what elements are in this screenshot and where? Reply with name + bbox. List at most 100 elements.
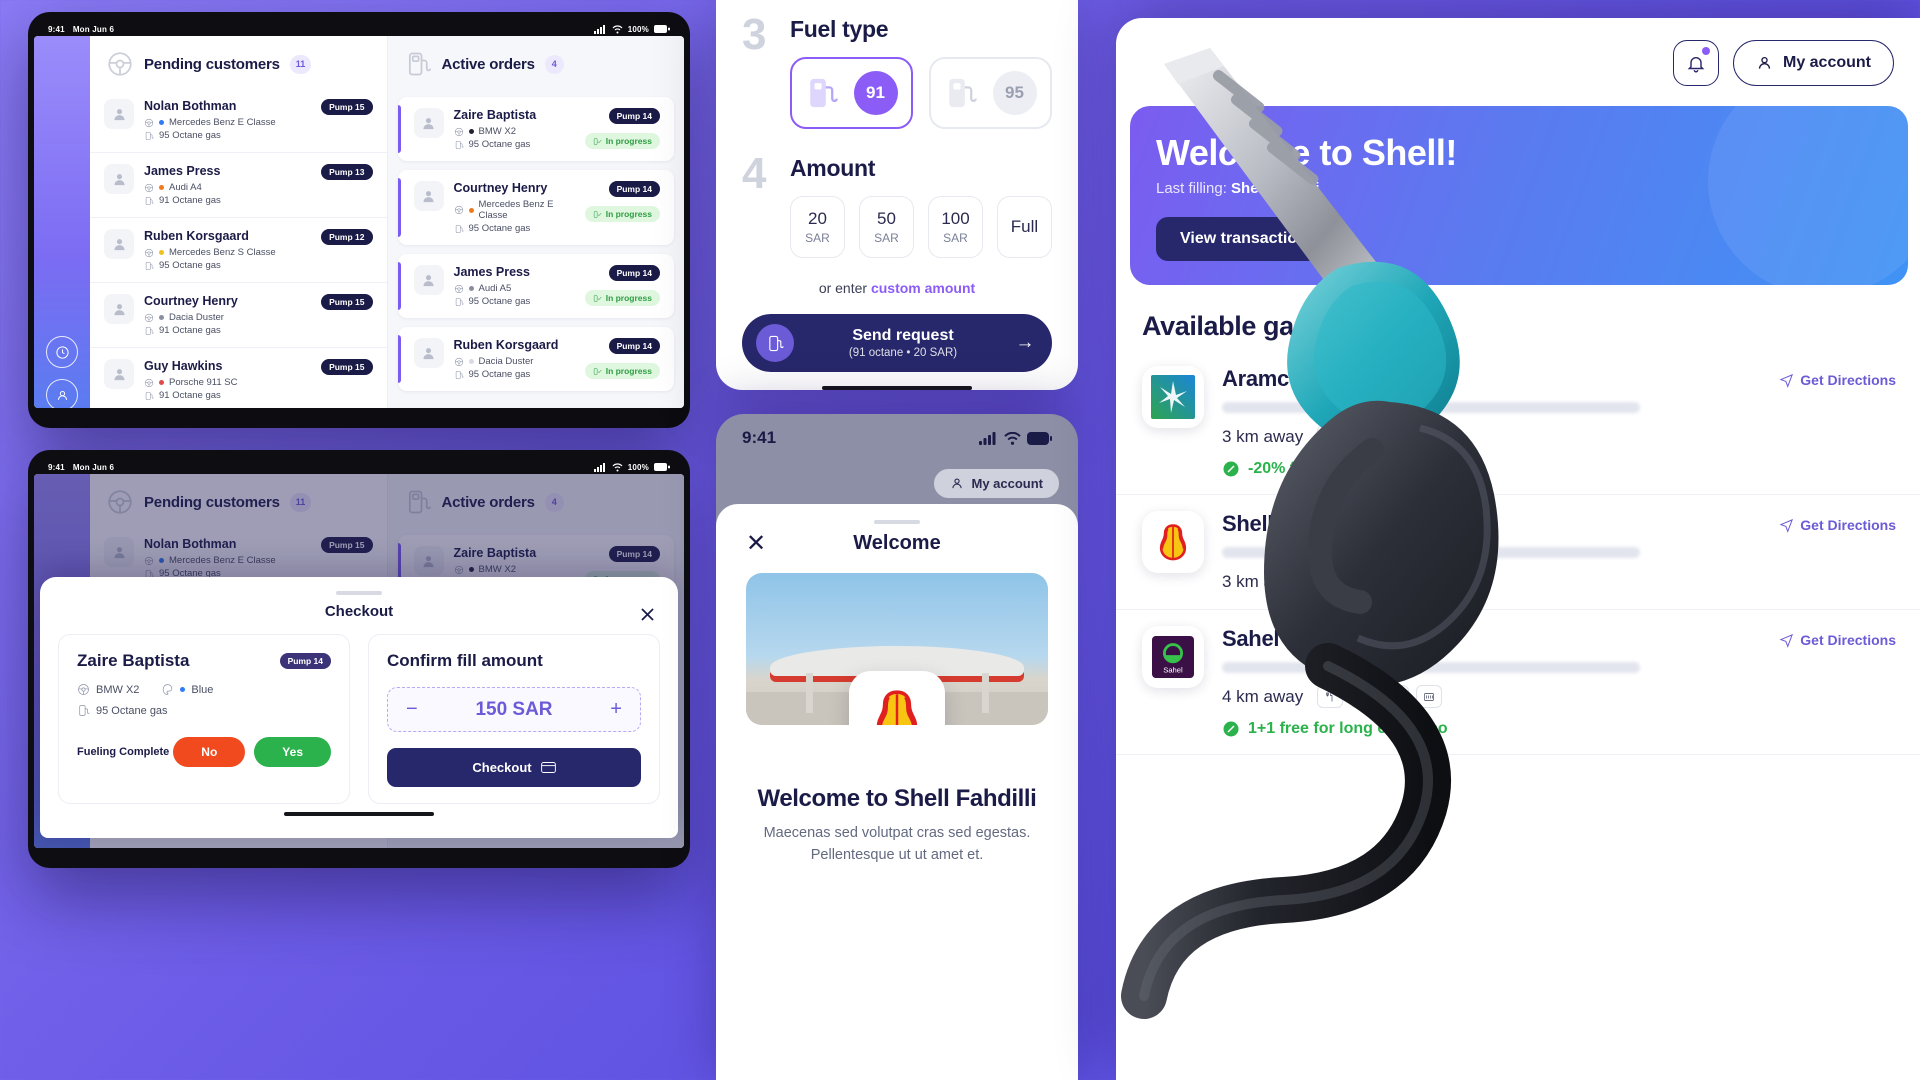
checkout-title: Checkout: [324, 603, 394, 620]
my-account-button[interactable]: My account: [1732, 40, 1894, 86]
car-wash-icon[interactable]: [1383, 685, 1410, 708]
checkout-button[interactable]: Checkout: [387, 748, 641, 787]
tablet1-date: Mon Jun 6: [72, 24, 115, 34]
fuel-option-91[interactable]: 91: [790, 57, 913, 129]
welcome-heading: Welcome to Shell Fahdilli: [757, 785, 1037, 812]
fueling-no-button[interactable]: No: [173, 737, 246, 767]
restaurant-icon[interactable]: [1317, 685, 1344, 708]
station-offer: -20% for car washes: [1222, 460, 1896, 478]
fuel-meta: 95 Octane gas: [454, 369, 575, 380]
table-row[interactable]: Ruben Korsgaard Dacia Duster 95 Octane gas…: [398, 327, 675, 391]
car-model: Mercedes Benz E Classe: [478, 199, 554, 221]
fueling-complete-row: Fueling Complete No Yes: [77, 737, 331, 767]
fuel-option-95[interactable]: 95: [929, 57, 1052, 129]
amount-stepper: − 150 SAR +: [387, 687, 641, 732]
service-icon[interactable]: [1350, 685, 1377, 708]
avatar: [104, 359, 134, 389]
active-count: 4: [544, 54, 564, 74]
car-meta: Mercedes Benz E Classe: [454, 199, 575, 221]
table-row[interactable]: James Press Audi A4 91 Octane gas Pump 13: [90, 153, 387, 218]
car-meta: BMW X2: [454, 126, 575, 137]
table-row[interactable]: Courtney Henry Mercedes Benz E Classe 95 O…: [398, 170, 675, 245]
increment-button[interactable]: +: [610, 698, 622, 721]
home-indicator: [284, 812, 434, 816]
customer-name: Ruben Korsgaard: [144, 229, 249, 243]
table-row[interactable]: Nolan Bothman Mercedes Benz E Classe 95 Oc…: [90, 88, 387, 153]
station-row[interactable]: Sahel Sahel Fadhili 4 km away 1+1 free for …: [1116, 610, 1920, 755]
fuel-type: 95 Octane gas: [468, 296, 531, 307]
bell-icon[interactable]: [1672, 40, 1719, 86]
battery-icon: [654, 25, 670, 33]
fuel-meta: 95 Octane gas: [144, 260, 311, 271]
fuel-pump-icon: [455, 140, 464, 149]
view-transactions-button[interactable]: View transactions: [1156, 217, 1340, 261]
pending-count: 11: [289, 54, 312, 74]
close-icon[interactable]: [634, 601, 660, 627]
restaurant-icon[interactable]: [1317, 425, 1344, 448]
customer-fuel: 95 Octane gas: [96, 704, 168, 717]
car-wash-icon[interactable]: [1350, 570, 1377, 593]
atm-icon[interactable]: [1383, 570, 1410, 593]
customer-car-color: Blue: [191, 683, 214, 696]
amount-option-100[interactable]: 100 SAR: [928, 196, 983, 258]
stations-list: Aramco Fadhili 3 km away -20% for car wash…: [1116, 350, 1920, 755]
car-model: Audi A4: [169, 182, 202, 193]
send-request-button[interactable]: Send request (91 octane • 20 SAR) →: [742, 314, 1052, 372]
fuel-meta: 95 Octane gas: [144, 130, 311, 141]
car-model: BMW X2: [478, 126, 516, 137]
station-address: [1222, 402, 1640, 413]
car-color-info: Blue: [161, 683, 213, 696]
step4-number: 4: [742, 149, 767, 198]
person-icon: [952, 478, 963, 489]
order-card[interactable]: James Press Audi A5 95 Octane gas Pump 14 In…: [397, 254, 675, 318]
amount-20-unit: SAR: [805, 231, 830, 245]
car-meta: Porsche 911 SC: [144, 377, 311, 388]
fuel-pump-icon: [404, 50, 432, 78]
fueling-yes-button[interactable]: Yes: [254, 737, 331, 767]
atm-icon[interactable]: [1416, 425, 1443, 448]
tablet2-status-bar: 9:41 Mon Jun 6 100%: [34, 460, 684, 474]
table-row[interactable]: Courtney Henry Dacia Duster 91 Octane gas P…: [90, 283, 387, 348]
history-button[interactable]: [46, 336, 78, 368]
service-icon[interactable]: [1350, 425, 1377, 448]
close-icon[interactable]: ✕: [746, 531, 766, 556]
get-directions-button[interactable]: Get Directions: [1779, 372, 1896, 388]
amount-100-value: 100: [941, 209, 970, 228]
fuel-pump-icon: [145, 391, 154, 400]
amount-option-full[interactable]: Full: [997, 196, 1052, 258]
station-row[interactable]: Shell Fadhilli 3 km away Get Directions: [1116, 495, 1920, 610]
restaurant-icon[interactable]: [1317, 570, 1344, 593]
profile-button[interactable]: [46, 379, 78, 408]
welcome-grabber[interactable]: [874, 520, 920, 524]
fuel-pump-icon: [809, 78, 838, 108]
table-row[interactable]: Zaire Baptista BMW X2 95 Octane gas Pump 14…: [398, 97, 675, 161]
active-title: Active orders: [441, 55, 535, 73]
amount-option-20[interactable]: 20 SAR: [790, 196, 845, 258]
station-row[interactable]: Aramco Fadhili 3 km away -20% for car wash…: [1116, 350, 1920, 495]
decrement-button[interactable]: −: [406, 698, 418, 721]
table-row[interactable]: Guy Hawkins Porsche 911 SC 91 Octane gas Pu…: [90, 348, 387, 408]
amount-option-50[interactable]: 50 SAR: [859, 196, 914, 258]
avatar: [104, 164, 134, 194]
get-directions-button[interactable]: Get Directions: [1779, 632, 1896, 648]
get-directions-button[interactable]: Get Directions: [1779, 517, 1896, 533]
table-row[interactable]: Ruben Korsgaard Mercedes Benz S Classe 95 …: [90, 218, 387, 283]
order-card[interactable]: Ruben Korsgaard Dacia Duster 95 Octane gas…: [397, 327, 675, 391]
table-row[interactable]: James Press Audi A5 95 Octane gas Pump 14 In…: [398, 254, 675, 318]
order-card[interactable]: Zaire Baptista BMW X2 95 Octane gas Pump 14…: [397, 97, 675, 161]
phone-my-account-button[interactable]: My account: [933, 468, 1060, 499]
car-meta: Mercedes Benz E Classe: [144, 117, 311, 128]
fuel-type: 95 Octane gas: [468, 139, 531, 150]
custom-amount-link[interactable]: custom amount: [871, 280, 975, 296]
signal-icon: [593, 24, 605, 34]
promo-heading: Welcome to Shell!: [1156, 132, 1457, 173]
car-wash-icon[interactable]: [1383, 425, 1410, 448]
tablet-dashboard: 9:41 Mon Jun 6 100% Pending customers 11…: [28, 12, 690, 428]
step3-number: 3: [742, 10, 767, 59]
order-card[interactable]: Courtney Henry Mercedes Benz E Classe 95 O…: [397, 170, 675, 245]
fuel-meta: 95 Octane gas: [454, 223, 575, 234]
confirm-title: Confirm fill amount: [387, 651, 543, 670]
sheet-grabber[interactable]: [336, 591, 382, 595]
poster-stage: 9:41 Mon Jun 6 100% Pending customers 11…: [0, 0, 1920, 1080]
atm-icon[interactable]: [1416, 685, 1443, 708]
